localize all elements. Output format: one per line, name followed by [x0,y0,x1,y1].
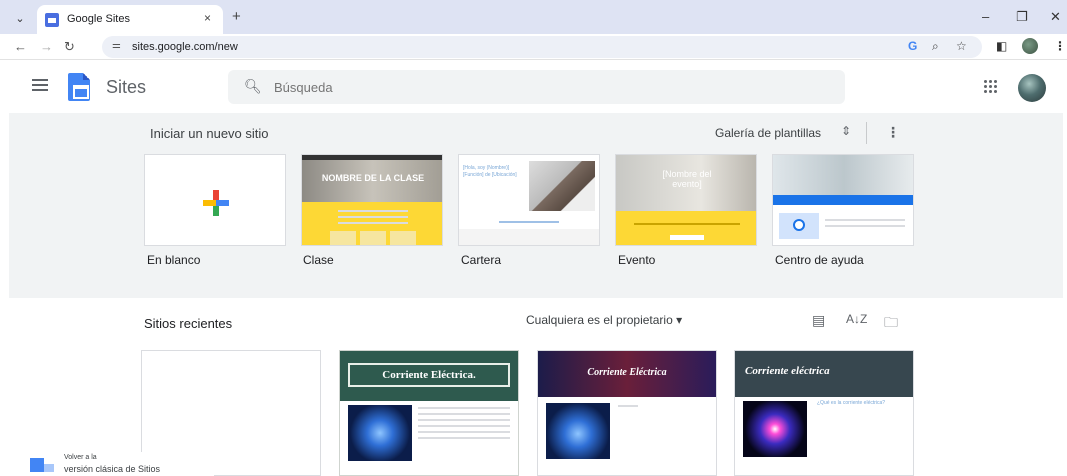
template-label-blank: En blanco [147,253,201,267]
google-g-icon[interactable]: G [908,39,917,53]
recent-site-title: Corriente eléctrica [745,365,830,377]
electric-thumbnail [743,401,807,457]
template-label-portfolio: Cartera [461,253,502,267]
template-portfolio-card[interactable]: [Hola, soy (Nombre)] [Función] de [Ubica… [458,154,600,246]
template-label-event: Evento [618,253,656,267]
classic-sites-icon [30,458,44,472]
owner-filter-label: Cualquiera es el propietario [526,313,673,327]
template-class-card[interactable]: NOMBRE DE LA CLASE [301,154,443,246]
app-header: Sites 🔍︎ [0,60,1067,114]
side-panel-icon[interactable]: ◧ [996,39,1007,53]
template-label-help-center: Centro de ayuda [775,253,864,267]
classic-line-2: versión clásica de Sitios [64,464,161,474]
class-banner-text: NOMBRE DE LA CLASE [321,173,425,183]
tab-title: Google Sites [67,13,130,25]
owner-filter-dropdown[interactable]: Cualquiera es el propietario ▾ [526,313,682,327]
reload-icon[interactable]: ↻ [64,39,75,55]
search-bar[interactable]: 🔍︎ [228,70,845,104]
folder-icon[interactable]: 🗀︎ [884,312,898,336]
search-input[interactable] [274,76,774,98]
template-event-card[interactable]: [Nombre del evento] [615,154,757,246]
restore-icon[interactable]: ❐ [1016,9,1028,25]
new-tab-button[interactable]: + [232,8,241,25]
recent-sites-heading: Sitios recientes [144,316,233,331]
tab-search-dropdown-icon[interactable]: ⌄ [10,8,30,28]
app-title[interactable]: Sites [106,77,146,98]
plus-icon-bar [203,200,229,206]
event-banner-text: [Nombre del evento] [662,169,712,189]
minimize-icon[interactable]: – [982,9,989,24]
recent-site-title: Corriente Eléctrica [587,367,667,378]
more-options-icon[interactable]: ⋮ [886,124,900,141]
recent-site-card[interactable]: Corriente Eléctrica. [339,350,519,476]
dropdown-arrow-icon: ▾ [676,313,683,327]
divider [866,122,867,144]
close-window-icon[interactable]: ✕ [1050,9,1061,25]
expand-collapse-icon[interactable]: ⇕ [841,124,851,138]
main-menu-icon[interactable] [32,79,48,91]
site-info-icon[interactable]: ⚌ [112,40,121,51]
recent-site-title: Corriente Eléctrica. [382,369,476,381]
tab-close-icon[interactable]: × [204,11,211,25]
recent-site-card[interactable]: Corriente Eléctrica [537,350,717,476]
portfolio-intro-text: [Hola, soy (Nombre)] [Función] de [Ubica… [463,165,517,178]
lightning-thumbnail [546,403,610,459]
browser-tab-bar: ⌄ Google Sites × + – ❐ ✕ [0,0,1067,34]
template-help-center-card[interactable] [772,154,914,246]
omnibox[interactable]: ⚌ sites.google.com/new [102,36,982,58]
browser-tab[interactable]: Google Sites × [37,5,223,34]
recent-site-subtitle: ¿Qué es la corriente eléctrica? [817,400,886,406]
sites-favicon-icon [45,13,59,27]
url-text: sites.google.com/new [132,41,238,53]
list-view-icon[interactable]: ▤ [812,312,825,329]
template-blank-card[interactable] [144,154,286,246]
profile-icon[interactable] [1022,38,1038,54]
classic-line-1: Volver a la [64,454,97,461]
back-icon[interactable]: ← [14,39,27,54]
template-gallery-button[interactable]: Galería de plantillas [715,126,821,140]
forward-icon[interactable]: → [40,39,53,54]
address-toolbar: ← → ↻ ⚌ sites.google.com/new G ⌕ ☆ ◧ ⋮ [0,34,1067,60]
new-site-heading: Iniciar un nuevo sitio [150,126,269,141]
sites-logo-icon[interactable] [68,73,90,101]
menu-kebab-icon[interactable]: ⋮ [1054,39,1066,53]
bookmark-star-icon[interactable]: ☆ [956,39,967,53]
sort-az-icon[interactable]: A↓Z [846,312,867,326]
classic-sites-link[interactable]: Volver a la versión clásica de Sitios [26,452,214,476]
google-apps-icon[interactable] [984,80,998,94]
lightning-thumbnail [348,405,412,461]
recent-site-card[interactable]: Corriente eléctrica ¿Qué es la corriente… [734,350,914,476]
search-icon[interactable]: 🔍︎ [244,78,262,95]
account-avatar[interactable] [1018,74,1046,102]
zoom-icon[interactable]: ⌕ [932,39,939,54]
template-label-class: Clase [303,253,334,267]
